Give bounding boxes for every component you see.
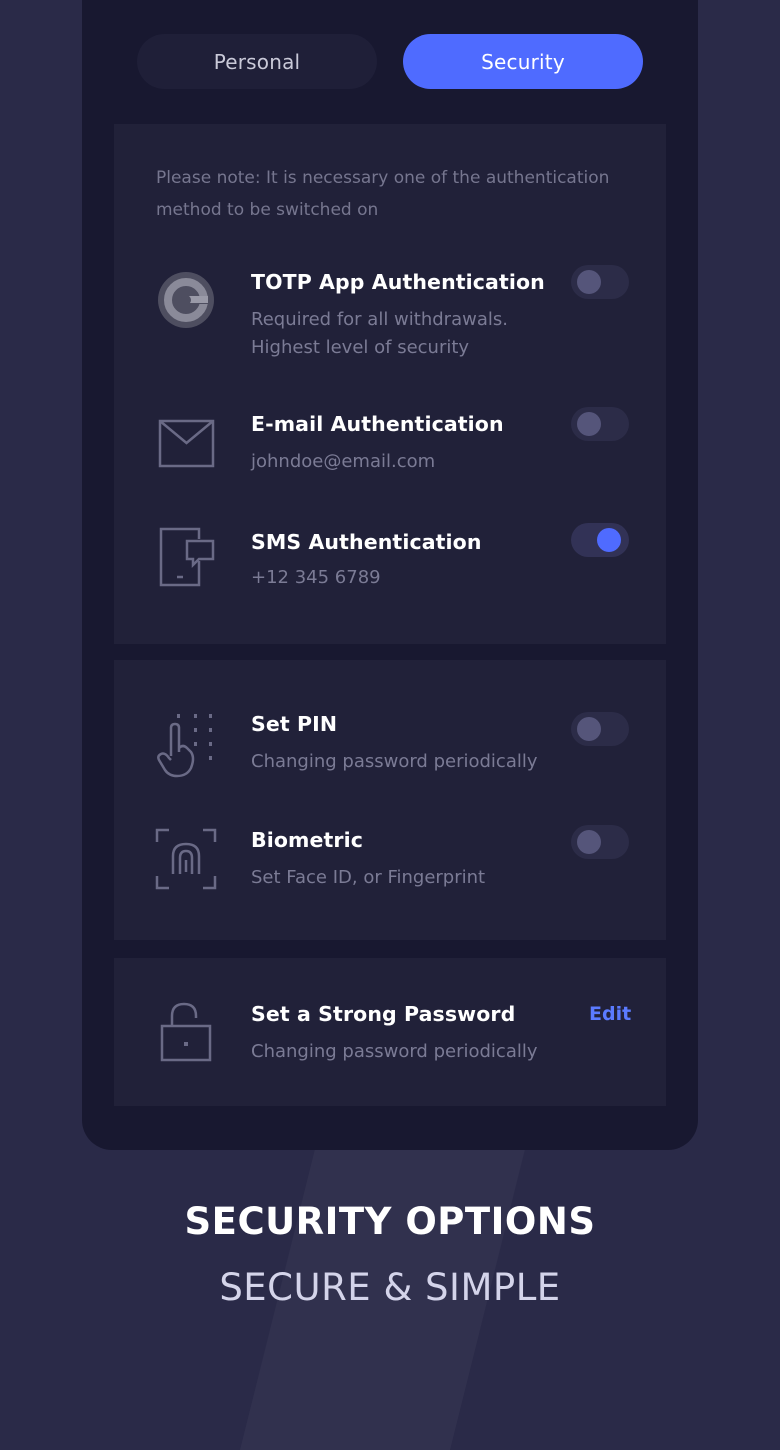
set-pin-toggle[interactable] bbox=[571, 712, 629, 746]
google-authenticator-icon bbox=[157, 270, 215, 330]
email-auth-title: E-mail Authentication bbox=[251, 412, 504, 436]
email-auth-toggle[interactable] bbox=[571, 407, 629, 441]
set-pin-description: Changing password periodically bbox=[251, 751, 538, 772]
unlocked-padlock-icon bbox=[160, 1002, 212, 1062]
biometric-title: Biometric bbox=[251, 828, 363, 852]
sms-phone-number: +12 345 6789 bbox=[251, 567, 381, 588]
fingerprint-scan-icon bbox=[155, 828, 217, 890]
toggle-knob bbox=[577, 270, 601, 294]
totp-toggle[interactable] bbox=[571, 265, 629, 299]
totp-title: TOTP App Authentication bbox=[251, 270, 545, 294]
lock-card bbox=[114, 660, 666, 940]
totp-description-line-1: Required for all withdrawals. bbox=[251, 309, 508, 330]
sms-auth-toggle[interactable] bbox=[571, 523, 629, 557]
sms-auth-title: SMS Authentication bbox=[251, 530, 482, 554]
biometric-toggle[interactable] bbox=[571, 825, 629, 859]
totp-description-line-2: Highest level of security bbox=[251, 337, 470, 358]
edit-password-link[interactable]: Edit bbox=[589, 1003, 631, 1025]
envelope-icon bbox=[158, 419, 215, 468]
authentication-note: Please note: It is necessary one of the … bbox=[156, 168, 610, 220]
toggle-knob bbox=[577, 717, 601, 741]
toggle-knob bbox=[577, 830, 601, 854]
toggle-knob bbox=[577, 412, 601, 436]
tab-security[interactable]: Security bbox=[403, 34, 643, 89]
tab-personal[interactable]: Personal bbox=[137, 34, 377, 89]
password-title: Set a Strong Password bbox=[251, 1002, 516, 1026]
set-pin-title: Set PIN bbox=[251, 712, 338, 736]
phone-message-icon bbox=[159, 527, 215, 587]
password-description: Changing password periodically bbox=[251, 1041, 538, 1062]
email-address: johndoe@email.com bbox=[251, 451, 436, 472]
pin-pad-icon bbox=[157, 712, 215, 778]
biometric-description: Set Face ID, or Fingerprint bbox=[251, 867, 486, 888]
promo-headline: SECURITY OPTIONS bbox=[184, 1200, 596, 1243]
promo-subline: SECURE & SIMPLE bbox=[219, 1266, 561, 1309]
toggle-knob bbox=[597, 528, 621, 552]
